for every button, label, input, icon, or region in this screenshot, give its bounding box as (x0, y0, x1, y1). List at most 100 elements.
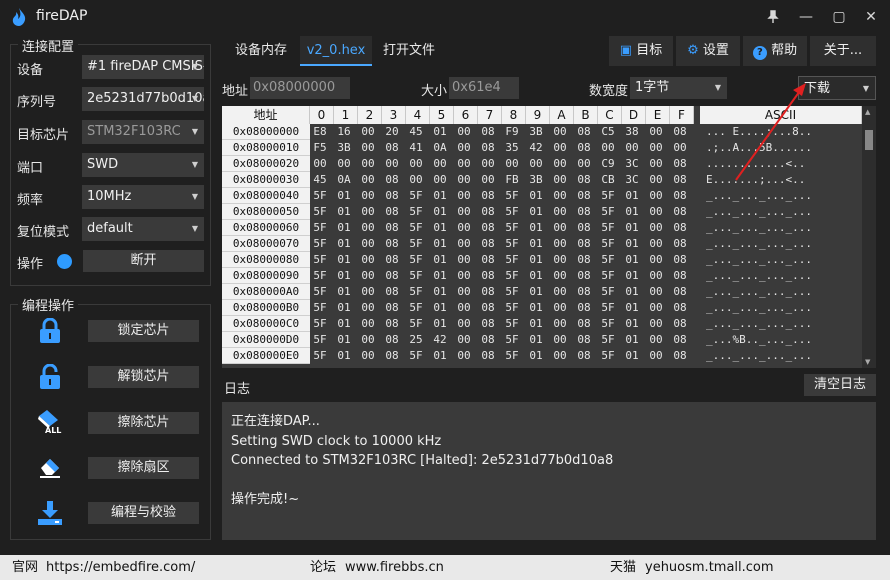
hex-byte-cell: 00 (361, 125, 375, 138)
hex-byte-cell: 00 (313, 157, 327, 170)
reset-select[interactable]: default ▼ (82, 217, 204, 241)
hex-byte-cell: 00 (457, 237, 471, 250)
hex-byte-cell: 5F (601, 253, 615, 266)
hex-byte-cell: 00 (457, 189, 471, 202)
status-bar: 官网 https://embedfire.com/ 论坛 www.firebbs… (0, 555, 890, 580)
hex-byte-cell: 5F (601, 221, 615, 234)
hex-byte-cell: 00 (649, 253, 663, 266)
hex-byte-cell: FB (505, 173, 519, 186)
log-line: Connected to STM32F103RC [Halted]: 2e523… (231, 453, 614, 468)
hex-ascii-cell: _..._..._..._... (706, 301, 812, 314)
freq-select[interactable]: 10MHz ▼ (82, 185, 204, 209)
hex-byte-cell: 08 (577, 221, 591, 234)
serial-value: 2e5231d77b0d10a8 (87, 91, 204, 106)
hex-byte-cell: 00 (457, 141, 471, 154)
vertical-scrollbar[interactable]: ▲ ▼ (862, 106, 876, 368)
hex-byte-cell: 5F (505, 317, 519, 330)
hex-byte-cell: 08 (481, 221, 495, 234)
target-button[interactable]: ▣ 目标 (609, 36, 673, 66)
hex-byte-cell: 00 (577, 157, 591, 170)
hex-byte-cell: 00 (361, 333, 375, 346)
official-site-label: 官网 (12, 560, 39, 575)
close-button[interactable]: ✕ (859, 6, 883, 28)
help-button[interactable]: ? 帮助 (743, 36, 807, 66)
hex-byte-cell: 08 (385, 189, 399, 202)
erase-sector-button[interactable]: 擦除扇区 (88, 457, 199, 479)
hex-byte-cell: 00 (649, 141, 663, 154)
hex-row-address: 0x08000070 (222, 236, 310, 252)
hex-byte-cell: 00 (625, 141, 639, 154)
chip-select[interactable]: STM32F103RC ▼ (82, 120, 204, 144)
hex-byte-cell: 00 (601, 141, 615, 154)
hex-byte-cell: 08 (673, 237, 687, 250)
settings-button[interactable]: ⚙ 设置 (676, 36, 740, 66)
hex-byte-cell: 01 (433, 317, 447, 330)
hex-byte-cell: 00 (361, 221, 375, 234)
log-title: 日志 (224, 382, 251, 397)
hex-ascii-cell: _..._..._..._... (706, 349, 812, 362)
tab-open-file[interactable]: 打开文件 (376, 36, 442, 66)
disconnect-button[interactable]: 断开 (83, 250, 204, 272)
lock-chip-button[interactable]: 锁定芯片 (88, 320, 199, 342)
log-line: Setting SWD clock to 10000 kHz (231, 433, 442, 449)
clear-log-button[interactable]: 清空日志 (804, 374, 876, 396)
size-field[interactable]: 0x61e4 (449, 77, 519, 99)
program-ops-title: 编程操作 (18, 295, 79, 314)
hex-byte-cell: 00 (553, 205, 567, 218)
serial-select[interactable]: 2e5231d77b0d10a8 ▼ (82, 87, 204, 111)
hex-byte-cell: 00 (457, 269, 471, 282)
hex-byte-cell: 5F (313, 349, 327, 362)
program-verify-button[interactable]: 编程与校验 (88, 502, 199, 524)
log-output[interactable]: 正在连接DAP... Setting SWD clock to 10000 kH… (222, 402, 876, 540)
hex-byte-cell: 00 (457, 125, 471, 138)
unlock-chip-button[interactable]: 解锁芯片 (88, 366, 199, 388)
connection-status-indicator (57, 254, 72, 269)
hex-byte-cell: 00 (553, 269, 567, 282)
hex-byte-cell: 01 (337, 205, 351, 218)
hex-byte-cell: 00 (649, 221, 663, 234)
maximize-button[interactable]: ▢ (827, 6, 851, 28)
hex-byte-cell: 00 (553, 221, 567, 234)
hex-byte-cell: 00 (361, 317, 375, 330)
hex-byte-cell: 5F (601, 237, 615, 250)
hex-byte-cell: 08 (385, 173, 399, 186)
eraser-icon (40, 459, 60, 478)
hex-byte-cell: 00 (385, 157, 399, 170)
scroll-down-icon[interactable]: ▼ (865, 358, 870, 366)
hex-byte-cell: 3B (529, 125, 543, 138)
hex-byte-cell: 01 (337, 301, 351, 314)
tab-device-memory[interactable]: 设备内存 (226, 36, 296, 66)
official-site-link[interactable]: https://embedfire.com/ (46, 555, 195, 580)
chevron-down-icon: ▼ (191, 192, 198, 201)
forum-link[interactable]: www.firebbs.cn (345, 555, 444, 580)
scroll-up-icon[interactable]: ▲ (865, 108, 870, 116)
data-width-select[interactable]: 1字节 ▼ (630, 77, 727, 99)
hex-byte-cell: CB (601, 173, 615, 186)
port-select[interactable]: SWD ▼ (82, 153, 204, 177)
chevron-down-icon: ▼ (191, 94, 198, 103)
hex-ascii-cell: _..._..._..._... (706, 253, 812, 266)
hex-row-address: 0x080000D0 (222, 332, 310, 348)
hex-byte-cell: 00 (361, 205, 375, 218)
hex-byte-cell: 5F (409, 221, 423, 234)
hex-byte-cell: 5F (409, 285, 423, 298)
shop-link[interactable]: yehuosm.tmall.com (645, 555, 774, 580)
hex-byte-cell: 08 (385, 237, 399, 250)
hex-byte-cell: 5F (409, 237, 423, 250)
scrollbar-thumb[interactable] (865, 130, 873, 150)
device-select[interactable]: #1 fireDAP CMSIS-DAP ▼ (82, 55, 204, 79)
hex-byte-cell: 01 (529, 221, 543, 234)
hex-ascii-cell: _..._..._..._... (706, 221, 812, 234)
tab-hex-file[interactable]: v2_0.hex (300, 36, 372, 66)
pin-icon[interactable] (761, 6, 785, 28)
erase-chip-button[interactable]: 擦除芯片 (88, 412, 199, 434)
hex-column-header: F (670, 106, 694, 124)
about-button[interactable]: 关于... (810, 36, 876, 66)
hex-byte-cell: 3C (625, 157, 639, 170)
minimize-button[interactable]: — (794, 6, 818, 28)
hex-byte-cell: 01 (529, 301, 543, 314)
address-field[interactable]: 0x08000000 (250, 77, 350, 99)
hex-column-header: D (622, 106, 646, 124)
hex-ascii-cell: _...%B.._..._... (706, 333, 812, 346)
hex-byte-cell: 08 (385, 141, 399, 154)
